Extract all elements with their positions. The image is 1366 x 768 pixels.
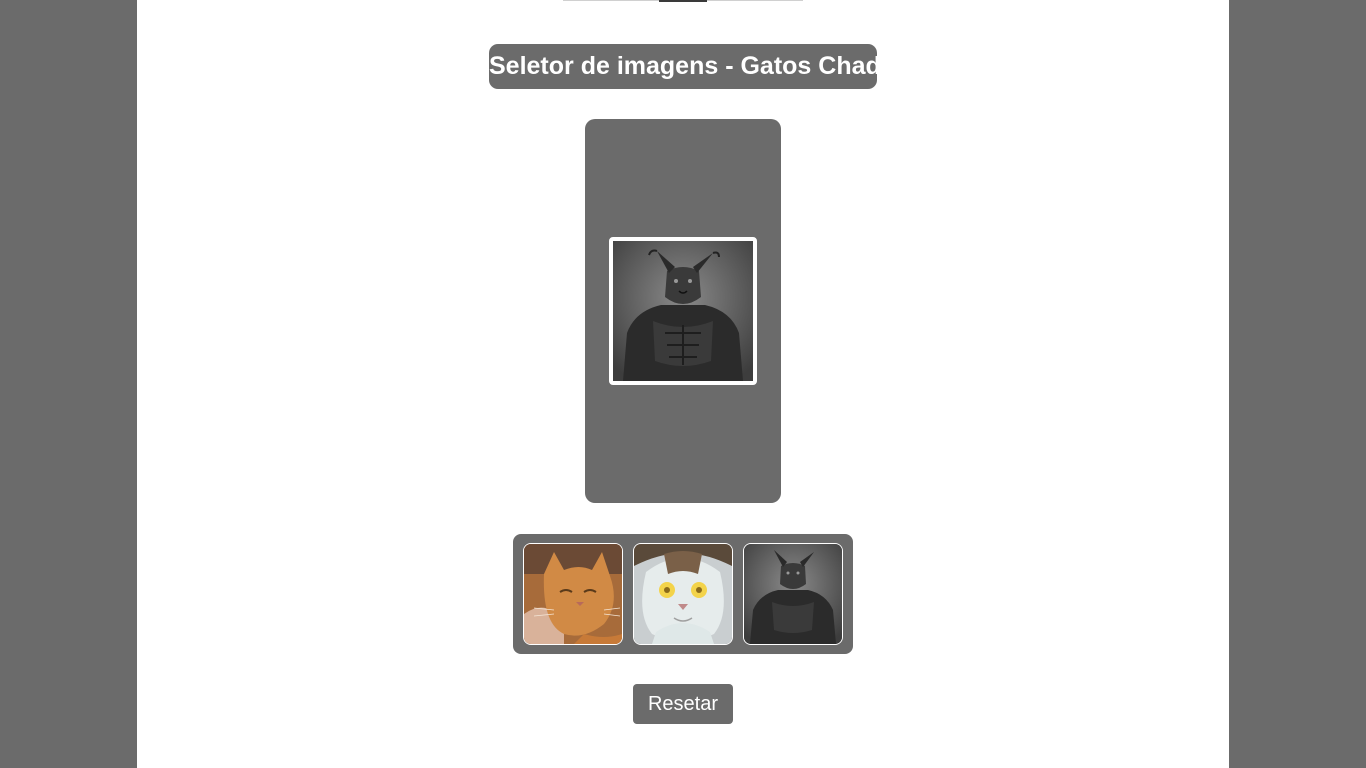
chad-cat-dark-image (613, 241, 753, 381)
top-nav-active-indicator (659, 0, 707, 2)
thumbnail-strip (513, 534, 853, 654)
white-cat-glowing-eyes-image (634, 544, 732, 644)
reset-button[interactable]: Resetar (633, 684, 733, 724)
image-viewer-panel (585, 119, 781, 503)
selected-image (609, 237, 757, 385)
chad-cat-dark-thumb-image (744, 544, 842, 644)
thumbnail-chad-cat[interactable] (743, 543, 843, 645)
thumbnail-white-cat[interactable] (633, 543, 733, 645)
thumbnail-orange-cat[interactable] (523, 543, 623, 645)
page-container: Seletor de imagens - Gatos Chad Resetar (137, 0, 1229, 768)
page-title: Seletor de imagens - Gatos Chad (489, 44, 881, 89)
orange-tabby-cat-image (524, 544, 622, 644)
